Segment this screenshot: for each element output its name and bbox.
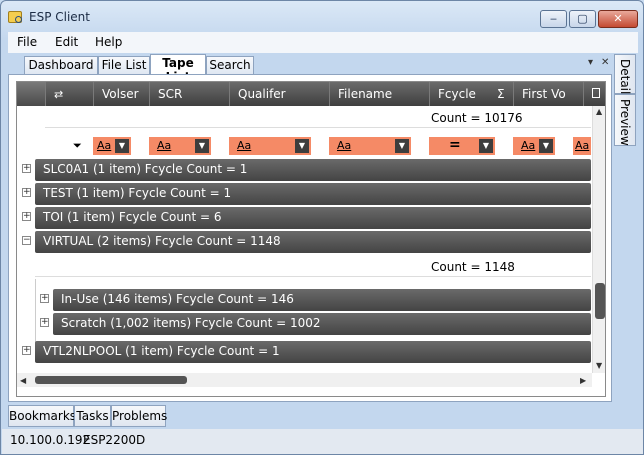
tape-grid: ⇄ Volser SCR Qualifer Filename Fcycle Σ … [16,81,606,397]
tab-search[interactable]: Search [206,56,254,74]
column-overflow [583,82,605,106]
scroll-left-icon[interactable]: ◀ [20,376,26,385]
minimize-button[interactable]: ‒ [540,10,567,28]
vertical-scrollbar[interactable]: ▲ ▼ [592,106,605,373]
status-host: ESP2200D [83,433,146,447]
column-volser[interactable]: Volser [93,82,149,106]
expand-icon[interactable]: + [22,188,31,197]
group-row[interactable]: VTL2NLPOOL (1 item) Fcycle Count = 1 [35,341,591,363]
filter-mode: Aa [337,139,352,152]
filter-mode: Aa [237,139,252,152]
tab-bookmarks[interactable]: Bookmarks [8,405,76,427]
horizontal-scrollbar[interactable]: ◀ ▶ [17,373,592,387]
chevron-down-icon[interactable]: ▼ [115,139,129,153]
horizontal-scroll-thumb[interactable] [35,376,187,384]
tab-close-icon[interactable]: ✕ [601,57,609,68]
subgroup-row[interactable]: Scratch (1,002 items) Fcycle Count = 100… [53,313,591,335]
document-tabs: Dashboard File List Tape List Search ▾ ✕ [8,54,612,84]
status-ip: 10.100.0.192 [10,433,91,447]
group-row[interactable]: TEST (1 item) Fcycle Count = 1 [35,183,591,205]
expand-icon[interactable]: + [22,212,31,221]
sum-icon[interactable]: Σ [489,82,513,106]
filter-qualifer[interactable]: Aa ▼ [229,137,311,155]
chevron-down-icon[interactable]: ▼ [539,139,553,153]
filter-scr[interactable]: Aa ▼ [149,137,211,155]
tab-dropdown-icon[interactable]: ▾ [588,57,593,68]
column-fcycle[interactable]: Fcycle [429,82,489,106]
total-count: Count = 10176 [431,111,523,125]
grid-header: ⇄ Volser SCR Qualifer Filename Fcycle Σ … [17,82,605,106]
collapse-icon[interactable]: − [22,236,31,245]
filter-mode: Aa [521,139,536,152]
menu-help[interactable]: Help [95,35,122,49]
expand-icon[interactable]: + [40,318,49,327]
column-chooser[interactable]: ⇄ [45,82,93,106]
tab-tape-list[interactable]: Tape List [150,54,206,84]
side-tab-detail-label: Detail [618,59,632,95]
filter-fcycle[interactable]: = ▼ [429,137,495,155]
chevron-down-icon[interactable]: ▼ [395,139,409,153]
side-tab-detail[interactable]: Detail [614,54,636,94]
filter-mode: = [449,137,461,153]
title-bar: ESP Client ‒ ▢ ✕ [1,1,643,31]
close-button[interactable]: ✕ [598,10,638,28]
filter-mode: Aa [575,139,590,152]
virtual-count-row: Count = 1148 [35,255,591,277]
funnel-icon[interactable]: ⏷ [73,139,82,153]
vertical-scroll-thumb[interactable] [595,283,605,319]
tape-list-panel: ⇄ Volser SCR Qualifer Filename Fcycle Σ … [8,74,612,402]
group-row[interactable]: VIRTUAL (2 items) Fcycle Count = 1148 [35,231,591,253]
filter-overflow[interactable]: Aa [573,137,591,155]
app-icon [8,11,22,23]
column-chooser-icon: ⇄ [54,88,64,101]
expand-icon[interactable]: + [22,164,31,173]
column-scr[interactable]: SCR [149,82,229,106]
filter-mode: Aa [157,139,172,152]
menu-edit[interactable]: Edit [55,35,78,49]
filter-volser[interactable]: Aa ▼ [93,137,131,155]
chevron-down-icon[interactable]: ▼ [479,139,493,153]
app-window: ESP Client ‒ ▢ ✕ File Edit Help Dashboar… [0,0,644,455]
group-row[interactable]: SLC0A1 (1 item) Fcycle Count = 1 [35,159,591,181]
filter-first-vo[interactable]: Aa ▼ [513,137,555,155]
overflow-icon [592,88,600,98]
window-title: ESP Client [29,10,90,24]
tab-problems[interactable]: Problems [111,405,167,427]
filter-mode: Aa [97,139,112,152]
tab-dashboard[interactable]: Dashboard [24,56,98,74]
total-count-row: Count = 10176 [45,106,591,128]
side-panel: Detail Preview [614,54,640,402]
tab-tasks[interactable]: Tasks [74,405,111,427]
filter-filename[interactable]: Aa ▼ [329,137,411,155]
chevron-down-icon[interactable]: ▼ [295,139,309,153]
expand-icon[interactable]: + [22,346,31,355]
group-row[interactable]: TOI (1 item) Fcycle Count = 6 [35,207,591,229]
scroll-up-icon[interactable]: ▲ [596,107,602,116]
tab-file-list[interactable]: File List [98,56,150,74]
scroll-right-icon[interactable]: ▶ [580,376,586,385]
menu-file[interactable]: File [17,35,37,49]
side-tab-preview[interactable]: Preview [614,94,636,146]
status-bar: 10.100.0.192 ESP2200D [2,429,643,454]
scroll-down-icon[interactable]: ▼ [596,361,602,370]
maximize-button[interactable]: ▢ [569,10,596,28]
filter-row: ⏷ Aa ▼ Aa ▼ Aa ▼ Aa ▼ = ▼ Aa ▼ Aa [17,136,591,156]
menu-bar: File Edit Help [8,32,638,53]
side-tab-preview-label: Preview [618,99,632,146]
chevron-down-icon[interactable]: ▼ [195,139,209,153]
virtual-count: Count = 1148 [431,260,515,274]
column-first-vo[interactable]: First Vo [513,82,583,106]
bottom-tabs: Bookmarks Tasks Problems [8,405,612,427]
header-corner [17,82,45,106]
expand-icon[interactable]: + [40,294,49,303]
column-filename[interactable]: Filename [329,82,429,106]
subgroup-row[interactable]: In-Use (146 items) Fcycle Count = 146 [53,289,591,311]
column-qualifer[interactable]: Qualifer [229,82,329,106]
